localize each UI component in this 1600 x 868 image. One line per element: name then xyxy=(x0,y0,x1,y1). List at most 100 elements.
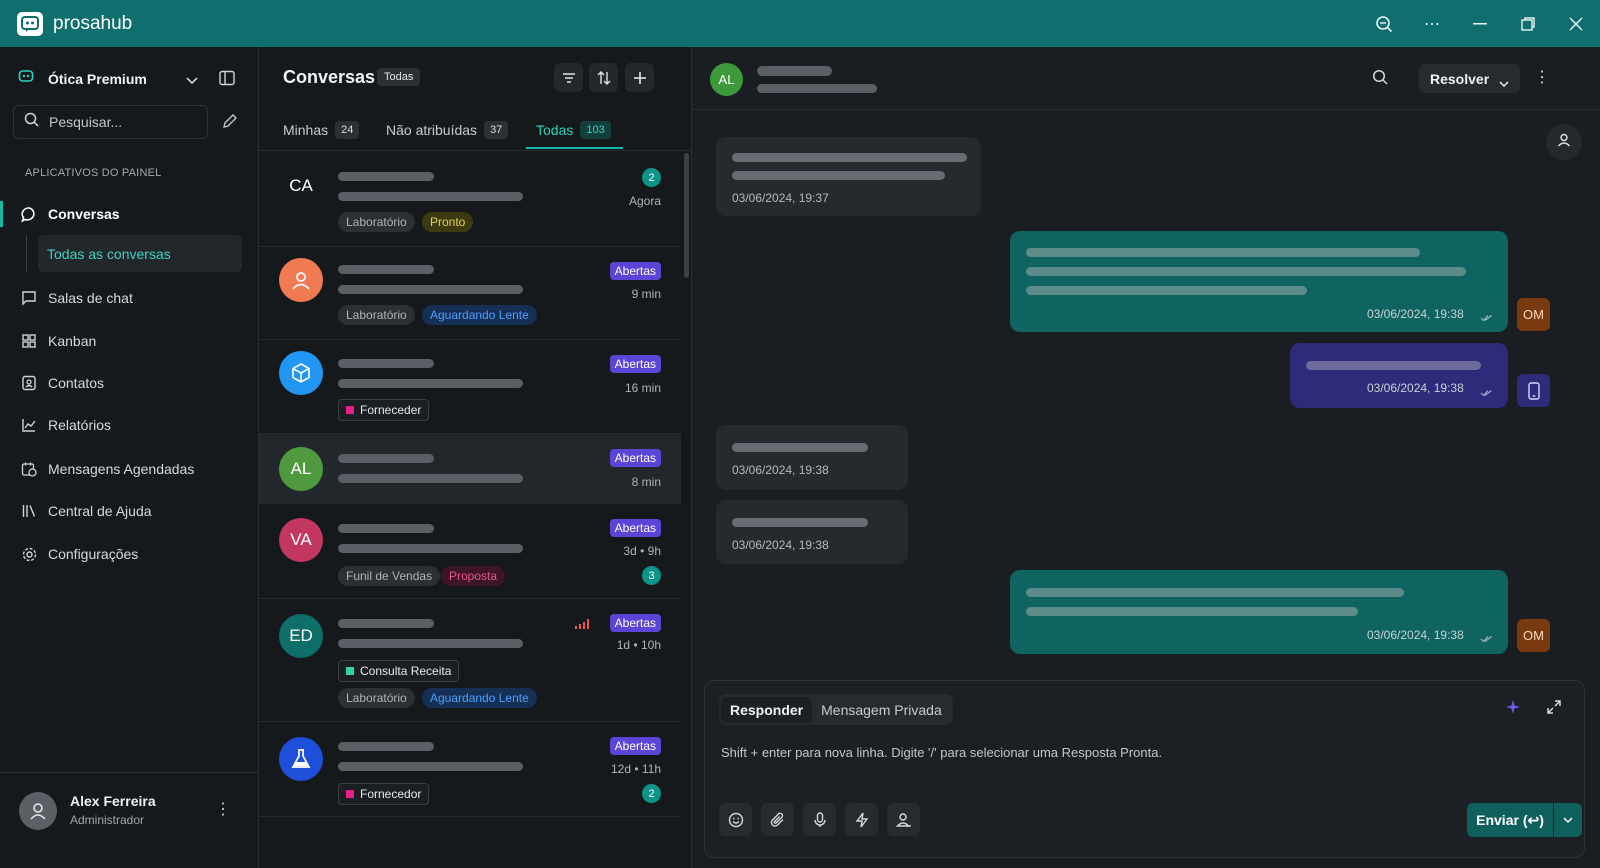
attachment-icon[interactable] xyxy=(761,803,794,836)
label-tag: Fornecedor xyxy=(338,783,430,805)
sidebar-item-label: Configurações xyxy=(48,546,139,562)
chat-bubble-icon xyxy=(20,205,38,223)
more-vertical-icon[interactable]: ⋮ xyxy=(1534,67,1550,87)
tab-todas[interactable]: Todas 103 xyxy=(536,117,611,143)
calendar-clock-icon xyxy=(20,460,38,478)
scrollbar[interactable] xyxy=(684,153,689,278)
list-item[interactable]: ED Abertas 1d • 10h Consulta Receita Lab… xyxy=(259,599,681,722)
filter-icon[interactable] xyxy=(554,63,583,92)
stage-tag: Aguardando Lente xyxy=(422,688,537,708)
send-options-button[interactable] xyxy=(1554,803,1582,837)
conversation-list: CA 2 Agora Laboratório Pronto Abertas 9 … xyxy=(259,152,681,868)
label-text: Forneceder xyxy=(360,403,422,417)
contact-avatar[interactable]: AL xyxy=(710,63,743,96)
agent-avatar: OM xyxy=(1517,298,1550,331)
person-icon xyxy=(279,258,323,302)
stage-tag: Pronto xyxy=(422,212,474,232)
sidebar-item-contatos[interactable]: Contatos xyxy=(20,371,104,395)
message-time: 03/06/2024, 19:37 xyxy=(732,191,829,205)
stage-tag: Proposta xyxy=(441,566,506,586)
restore-button[interactable] xyxy=(1504,0,1552,47)
resolve-button[interactable]: Resolver xyxy=(1419,64,1520,93)
sidebar-search[interactable] xyxy=(13,105,208,139)
message-placeholder xyxy=(338,762,523,771)
name-placeholder xyxy=(338,742,434,751)
tab-minhas[interactable]: Minhas 24 xyxy=(283,117,360,143)
list-item[interactable]: VA Abertas 3d • 9h 3 Funil de Vendas Pro… xyxy=(259,504,681,599)
avatar-initials: CA xyxy=(289,176,313,195)
list-item[interactable]: AL Abertas 8 min xyxy=(259,434,681,504)
sparkle-ai-icon[interactable] xyxy=(1505,699,1521,720)
minimize-button[interactable] xyxy=(1456,0,1504,47)
sidebar-toggle-icon[interactable] xyxy=(219,70,235,91)
emoji-icon[interactable] xyxy=(719,803,752,836)
sidebar-item-label: Central de Ajuda xyxy=(48,503,152,519)
timestamp: Agora xyxy=(628,194,661,208)
name-placeholder xyxy=(338,454,434,463)
assign-user-icon[interactable] xyxy=(887,803,920,836)
close-button[interactable] xyxy=(1552,0,1600,47)
active-tab-underline xyxy=(526,147,623,149)
message-placeholder xyxy=(338,639,523,648)
sidebar-item-label: Kanban xyxy=(48,333,97,349)
list-item[interactable]: Abertas 16 min Forneceder xyxy=(259,340,681,434)
lightning-icon[interactable] xyxy=(845,803,878,836)
sidebar-item-configuracoes[interactable]: Configurações xyxy=(20,542,138,566)
message-placeholder xyxy=(1026,607,1358,616)
user-profile[interactable]: Alex Ferreira Administrador ⋮ xyxy=(0,772,259,868)
contact-info-placeholder xyxy=(757,84,877,93)
list-item[interactable]: Abertas 9 min Laboratório Aguardando Len… xyxy=(259,247,681,340)
microphone-icon[interactable] xyxy=(803,803,836,836)
sidebar-item-salas-de-chat[interactable]: Salas de chat xyxy=(20,286,133,310)
more-vertical-icon[interactable]: ⋮ xyxy=(215,799,231,819)
label-color-dot xyxy=(346,667,354,675)
tab-mensagem-privada[interactable]: Mensagem Privada xyxy=(812,697,951,723)
send-button[interactable]: Enviar (↩) xyxy=(1467,803,1553,837)
message-input[interactable] xyxy=(721,745,1561,760)
list-item[interactable]: CA 2 Agora Laboratório Pronto xyxy=(259,152,681,247)
add-icon[interactable] xyxy=(625,63,654,92)
timestamp: 3d • 9h xyxy=(623,544,661,558)
sidebar-item-central-de-ajuda[interactable]: Central de Ajuda xyxy=(20,499,152,523)
sidebar-item-conversas[interactable]: Conversas xyxy=(20,202,120,226)
tab-label: Não atribuídas xyxy=(386,122,478,138)
message-placeholder xyxy=(338,192,523,201)
active-indicator xyxy=(0,201,3,227)
contact-profile-button[interactable] xyxy=(1546,124,1582,160)
sort-icon[interactable] xyxy=(589,63,618,92)
status-badge: Abertas xyxy=(609,614,661,632)
search-input[interactable] xyxy=(49,114,199,130)
grid-icon xyxy=(20,332,38,350)
sidebar-item-label: Relatórios xyxy=(48,417,112,433)
message-placeholder xyxy=(1306,361,1481,370)
avatar-initials: ED xyxy=(289,626,313,645)
message-placeholder xyxy=(732,171,945,180)
sidebar-item-kanban[interactable]: Kanban xyxy=(20,329,96,353)
sidebar-item-label: Mensagens Agendadas xyxy=(48,461,195,477)
double-check-icon xyxy=(1480,309,1493,327)
conversation-panel: Conversas Todas Minhas 24 Não atribuídas… xyxy=(259,47,692,868)
more-options-icon[interactable]: ⋯ xyxy=(1408,0,1456,47)
expand-icon[interactable] xyxy=(1547,700,1561,719)
name-placeholder xyxy=(338,359,434,368)
page-title: Conversas xyxy=(283,67,376,87)
chat-header: AL Resolver ⋮ xyxy=(692,47,1600,110)
title-bar: prosahub ⋯ xyxy=(0,0,1600,47)
tab-responder[interactable]: Responder xyxy=(721,696,813,723)
search-icon[interactable] xyxy=(1372,69,1388,90)
status-filter-pill[interactable]: Todas xyxy=(377,68,421,86)
sidebar-subitem-label: Todas as conversas xyxy=(47,245,171,262)
compose-icon[interactable] xyxy=(222,113,242,133)
sidebar-subitem-all-conversations[interactable]: Todas as conversas xyxy=(38,235,242,272)
label-text: Fornecedor xyxy=(360,787,422,801)
search-zoom-icon[interactable] xyxy=(1360,0,1408,47)
status-badge: Abertas xyxy=(609,262,661,280)
library-icon xyxy=(20,502,38,520)
sidebar-item-relatorios[interactable]: Relatórios xyxy=(20,413,111,437)
list-item[interactable]: Abertas 12d • 11h 2 Fornecedor xyxy=(259,722,681,817)
sidebar-item-mensagens-agendadas[interactable]: Mensagens Agendadas xyxy=(20,457,194,481)
tab-nao-atribuidas[interactable]: Não atribuídas 37 xyxy=(386,117,509,143)
chevron-down-icon[interactable] xyxy=(186,72,198,90)
workspace-switcher[interactable]: Ótica Premium xyxy=(18,67,243,91)
message-time: 03/06/2024, 19:38 xyxy=(732,538,829,552)
